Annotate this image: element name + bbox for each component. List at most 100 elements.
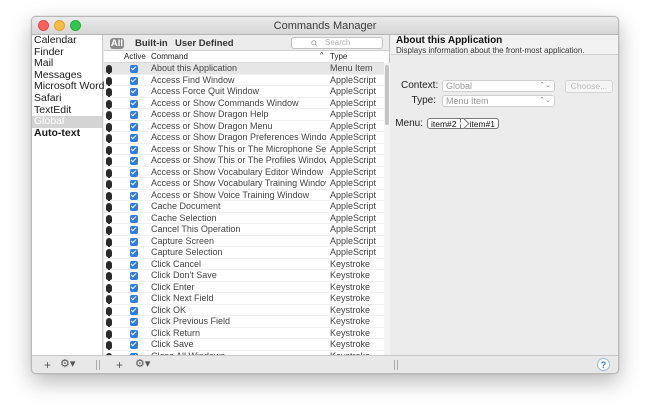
- context-value: Global: [446, 81, 473, 91]
- sort-ascending-icon: ^: [320, 52, 324, 59]
- column-active-header[interactable]: Active: [124, 52, 146, 61]
- active-checkbox[interactable]: [130, 249, 138, 257]
- filter-bar: All Built-in User Defined Search: [104, 35, 389, 51]
- title-bar[interactable]: Commands Manager: [32, 17, 618, 35]
- menu-path-control[interactable]: item#2 item#1: [427, 118, 500, 129]
- active-checkbox[interactable]: [130, 283, 138, 292]
- search-input[interactable]: Search: [291, 37, 383, 49]
- active-checkbox[interactable]: [130, 168, 138, 177]
- table-row[interactable]: Click Enter Keystroke: [104, 282, 384, 293]
- table-row[interactable]: Click Previous Field Keystroke: [104, 316, 384, 328]
- table-row[interactable]: Access or Show This or The Profiles Wind…: [104, 155, 384, 167]
- table-row[interactable]: Access Force Quit Window AppleScript: [104, 86, 384, 98]
- command-type: AppleScript: [330, 212, 377, 223]
- type-popup[interactable]: Menu Item ⌃⌄: [442, 95, 555, 107]
- table-row[interactable]: Access or Show Commands Window AppleScrip…: [104, 97, 384, 109]
- active-checkbox[interactable]: [130, 341, 138, 349]
- context-popup[interactable]: Global ⌃⌄: [442, 80, 555, 92]
- active-checkbox[interactable]: [130, 157, 138, 165]
- active-checkbox[interactable]: [130, 237, 138, 246]
- command-type: AppleScript: [330, 120, 377, 131]
- active-checkbox[interactable]: [130, 318, 138, 326]
- active-checkbox[interactable]: [130, 295, 138, 303]
- window-title: Commands Manager: [273, 20, 377, 32]
- command-type: AppleScript: [330, 86, 377, 96]
- context-label: Context:: [401, 80, 439, 91]
- table-row[interactable]: Access or Show This or The Microphone Se…: [104, 144, 384, 155]
- table-row[interactable]: Capture Selection AppleScript: [104, 247, 384, 259]
- active-checkbox[interactable]: [130, 180, 138, 188]
- active-checkbox[interactable]: [130, 260, 138, 269]
- active-checkbox[interactable]: [130, 203, 138, 211]
- table-row[interactable]: Click Save Keystroke: [104, 339, 384, 351]
- filter-builtin-button[interactable]: Built-in: [135, 38, 168, 49]
- active-checkbox[interactable]: [130, 214, 138, 223]
- command-type: Keystroke: [330, 327, 371, 338]
- sidebar-item-global[interactable]: Global: [32, 116, 102, 128]
- table-row[interactable]: Click Don't Save Keystroke: [104, 270, 384, 282]
- active-checkbox[interactable]: [130, 306, 138, 315]
- help-button[interactable]: ?: [597, 358, 610, 371]
- menu-path-item[interactable]: item#1: [466, 118, 500, 129]
- active-checkbox[interactable]: [130, 88, 138, 96]
- active-checkbox[interactable]: [130, 272, 138, 280]
- scrollbar-thumb[interactable]: [385, 65, 389, 125]
- active-checkbox[interactable]: [130, 191, 138, 200]
- active-checkbox[interactable]: [130, 99, 138, 108]
- sidebar-item-auto-text[interactable]: Auto-text: [32, 127, 102, 140]
- active-checkbox[interactable]: [130, 76, 138, 85]
- table-row[interactable]: Access Find Window AppleScript: [104, 74, 384, 86]
- table-row[interactable]: Click Next Field Keystroke: [104, 293, 384, 305]
- filter-user-defined-button[interactable]: User Defined: [175, 38, 234, 49]
- table-row[interactable]: About this Application Menu Item: [104, 63, 384, 75]
- table-row[interactable]: Cache Selection AppleScript: [104, 212, 384, 224]
- command-name: Access Force Quit Window: [151, 86, 260, 96]
- table-row[interactable]: Click Cancel Keystroke: [104, 259, 384, 270]
- active-checkbox[interactable]: [130, 111, 138, 119]
- sidebar-item-calendar[interactable]: Calendar: [32, 34, 102, 47]
- menu-path-item[interactable]: item#2: [427, 118, 461, 129]
- column-command-header[interactable]: Command: [151, 52, 188, 61]
- table-row[interactable]: Access or Show Vocabulary Training Windo…: [104, 178, 384, 190]
- command-list-scrollbar[interactable]: [384, 63, 390, 371]
- active-checkbox[interactable]: [130, 329, 138, 338]
- detail-title: About this Application: [396, 35, 503, 46]
- microphone-icon: [106, 214, 112, 224]
- command-type: AppleScript: [330, 74, 377, 85]
- table-row[interactable]: Access or Show Voice Training Window Appl…: [104, 190, 384, 201]
- active-checkbox[interactable]: [130, 134, 138, 142]
- command-name: Click Previous Field: [151, 316, 231, 326]
- table-row[interactable]: Cancel This Operation AppleScript: [104, 224, 384, 236]
- table-row[interactable]: Access or Show Dragon Menu AppleScript: [104, 120, 384, 132]
- filter-all-button[interactable]: All: [110, 38, 124, 49]
- command-name: About this Application: [151, 63, 238, 73]
- choose-button[interactable]: Choose...: [565, 80, 613, 93]
- table-row[interactable]: Access or Show Dragon Help AppleScript: [104, 109, 384, 121]
- application-actions-gear-icon[interactable]: ⚙▾: [60, 358, 75, 371]
- detail-resize-handle[interactable]: [394, 360, 398, 370]
- command-name: Access or Show Dragon Menu: [151, 120, 273, 131]
- type-label: Type:: [411, 95, 436, 106]
- table-row[interactable]: Access or Show Vocabulary Editor Window A…: [104, 167, 384, 178]
- command-actions-gear-icon[interactable]: ⚙▾: [135, 358, 150, 371]
- microphone-icon: [106, 76, 112, 86]
- command-name: Cache Document: [151, 201, 221, 211]
- table-row[interactable]: Click OK Keystroke: [104, 305, 384, 316]
- active-checkbox[interactable]: [130, 226, 138, 234]
- microphone-icon: [106, 341, 112, 350]
- sidebar-item-safari[interactable]: Safari: [32, 92, 102, 105]
- table-row[interactable]: Access or Show Dragon Preferences Window…: [104, 132, 384, 144]
- add-application-button[interactable]: +: [44, 359, 51, 371]
- table-row[interactable]: Capture Screen AppleScript: [104, 236, 384, 247]
- sidebar-resize-handle[interactable]: [96, 360, 100, 370]
- active-checkbox[interactable]: [130, 122, 138, 131]
- microphone-icon: [106, 295, 112, 304]
- command-type: Menu Item: [330, 63, 373, 73]
- active-checkbox[interactable]: [130, 65, 138, 73]
- active-checkbox[interactable]: [130, 145, 138, 154]
- table-row[interactable]: Click Return Keystroke: [104, 327, 384, 339]
- column-type-header[interactable]: Type: [330, 52, 347, 61]
- table-row[interactable]: Cache Document AppleScript: [104, 201, 384, 213]
- command-name: Access or Show Commands Window: [151, 97, 299, 108]
- add-command-button[interactable]: +: [116, 359, 123, 371]
